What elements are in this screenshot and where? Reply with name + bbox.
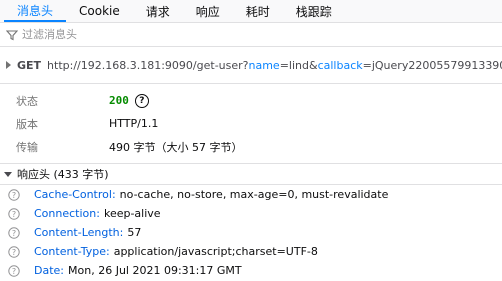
- tab-response[interactable]: 响应: [183, 0, 233, 22]
- svg-text:?: ?: [12, 190, 16, 199]
- header-value: no-cache, no-store, max-age=0, must-reva…: [119, 188, 389, 201]
- header-row: ? Content-Type: application/javascript;c…: [8, 242, 502, 261]
- request-method: GET: [17, 58, 42, 72]
- url-param-eq: =: [362, 58, 372, 72]
- svg-text:?: ?: [12, 266, 16, 275]
- question-icon[interactable]: ?: [8, 207, 20, 220]
- header-value: Mon, 26 Jul 2021 09:31:17 GMT: [68, 264, 242, 277]
- request-line[interactable]: GET http://192.168.3.181:9090/get-user? n…: [0, 47, 502, 84]
- tab-timings[interactable]: 耗时: [233, 0, 283, 22]
- header-value: 57: [127, 226, 142, 239]
- transfer-value: 490 字节（大小 57 字节）: [109, 140, 243, 154]
- url-param-key: callback: [317, 58, 363, 72]
- request-url-base: http://192.168.3.181:9090/get-user?: [47, 58, 249, 72]
- filter-bar: [0, 23, 502, 47]
- status-label: 状态: [16, 94, 38, 108]
- header-name: Connection: [34, 207, 97, 220]
- svg-text:?: ?: [12, 209, 16, 218]
- version-label: 版本: [16, 117, 38, 131]
- transfer-label: 传输: [16, 140, 38, 154]
- header-row: ? Content-Length: 57: [8, 223, 502, 242]
- tab-request[interactable]: 请求: [133, 0, 183, 22]
- tab-cookies[interactable]: Cookie: [66, 0, 133, 22]
- url-param-key: name: [248, 58, 280, 72]
- tab-headers[interactable]: 消息头: [4, 0, 67, 22]
- header-value: application/javascript;charset=UTF-8: [113, 245, 318, 258]
- svg-text:?: ?: [12, 228, 16, 237]
- header-row: ? Date: Mon, 26 Jul 2021 09:31:17 GMT: [8, 261, 502, 280]
- url-param-eq: =: [279, 58, 289, 72]
- help-icon[interactable]: ?: [134, 93, 149, 108]
- header-name: Content-Type: [34, 245, 106, 258]
- response-headers-list: ? Cache-Control: no-cache, no-store, max…: [0, 185, 502, 280]
- header-name: Date: [34, 264, 61, 277]
- header-name: Content-Length: [34, 226, 120, 239]
- header-row: ? Connection: keep-alive: [8, 204, 502, 223]
- header-name: Cache-Control: [34, 188, 112, 201]
- question-icon[interactable]: ?: [8, 226, 20, 239]
- tab-stack-trace[interactable]: 栈跟踪: [283, 0, 345, 22]
- url-param-value: jQuery22005579913390999424_1627: [371, 58, 502, 72]
- filter-icon: [6, 29, 18, 41]
- status-code: 200: [109, 94, 129, 107]
- collapse-arrow-icon[interactable]: [4, 171, 12, 177]
- question-icon[interactable]: ?: [8, 188, 20, 201]
- header-row: ? Cache-Control: no-cache, no-store, max…: [8, 185, 502, 204]
- version-value: HTTP/1.1: [109, 117, 159, 130]
- url-param-value: lind: [288, 58, 309, 72]
- request-summary: 状态 200 ? 版本 HTTP/1.1 传输 490 字节（大小 57 字节）: [0, 84, 502, 155]
- header-value: keep-alive: [103, 207, 161, 220]
- response-headers-title: 响应头 (433 字节): [17, 168, 109, 181]
- filter-headers-input[interactable]: [22, 28, 322, 41]
- response-headers-toggle[interactable]: 响应头 (433 字节): [0, 163, 502, 185]
- question-icon[interactable]: ?: [8, 264, 20, 277]
- svg-text:?: ?: [12, 247, 16, 256]
- url-amp: &: [309, 58, 318, 72]
- expand-arrow-icon[interactable]: [6, 61, 11, 69]
- panel-tabs: 消息头 Cookie 请求 响应 耗时 栈跟踪: [0, 0, 502, 23]
- question-icon[interactable]: ?: [8, 245, 20, 258]
